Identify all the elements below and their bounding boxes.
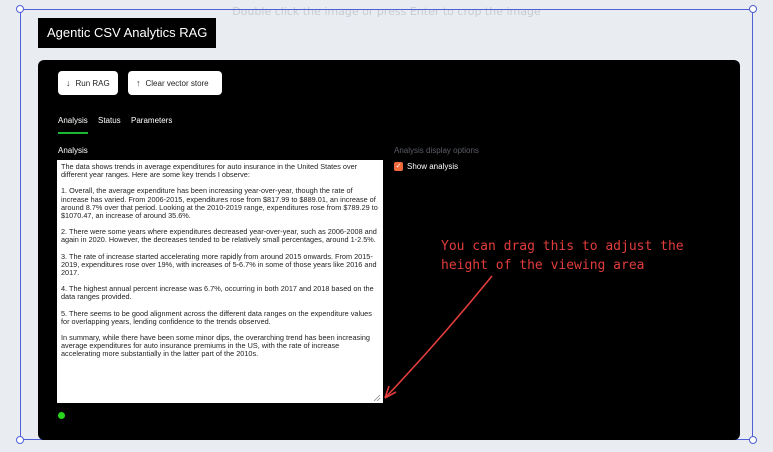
- resize-handle-top-left[interactable]: [16, 5, 24, 13]
- analysis-paragraph: 1. Overall, the average expenditure has …: [61, 186, 378, 221]
- analysis-textarea[interactable]: The data shows trends in average expendi…: [57, 160, 383, 403]
- analysis-paragraph: 4. The highest annual percent increase w…: [61, 284, 374, 302]
- resize-handle-bottom-right[interactable]: [749, 436, 757, 444]
- arrow-up-icon: ↑: [136, 78, 141, 88]
- analysis-paragraph: 2. There were some years where expenditu…: [61, 227, 377, 245]
- annotation-text: You can drag this to adjust the height o…: [441, 237, 741, 275]
- run-rag-button[interactable]: ↓ Run RAG: [58, 71, 118, 95]
- clear-vector-store-label: Clear vector store: [145, 78, 209, 88]
- tab-analysis[interactable]: Analysis: [58, 116, 88, 125]
- resize-handle-bottom-left[interactable]: [16, 436, 24, 444]
- analysis-paragraph: In summary, while there have been some m…: [61, 333, 370, 359]
- resize-handle-top-right[interactable]: [749, 5, 757, 13]
- analysis-paragraph: 3. The rate of increase started accelera…: [61, 251, 377, 278]
- tab-status[interactable]: Status: [98, 116, 121, 125]
- annotation-line-2: height of the viewing area: [441, 258, 645, 273]
- analysis-paragraph: 5. There seems to be good alignment acro…: [61, 308, 372, 326]
- annotation-line-1: You can drag this to adjust the: [441, 239, 684, 254]
- resize-grip-icon[interactable]: [373, 394, 381, 402]
- show-analysis-toggle[interactable]: ✓ Show analysis: [394, 162, 458, 171]
- run-rag-label: Run RAG: [75, 78, 110, 88]
- display-options-label: Analysis display options: [394, 146, 479, 155]
- app-title: Agentic CSV Analytics RAG: [38, 18, 216, 48]
- status-indicator-dot: [58, 412, 65, 419]
- active-tab-indicator: [58, 132, 88, 134]
- analysis-paragraph: The data shows trends in average expendi…: [61, 162, 358, 180]
- show-analysis-label: Show analysis: [407, 162, 459, 171]
- check-icon[interactable]: ✓: [394, 162, 403, 171]
- arrow-down-icon: ↓: [66, 78, 71, 88]
- tab-parameters[interactable]: Parameters: [131, 116, 172, 125]
- clear-vector-store-button[interactable]: ↑ Clear vector store: [128, 71, 222, 95]
- analysis-label: Analysis: [58, 146, 88, 155]
